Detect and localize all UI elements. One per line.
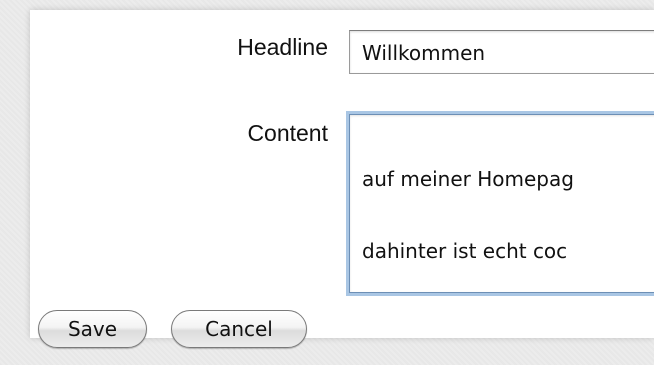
content-textarea[interactable]: auf meiner Homepag dahinter ist echt coc (349, 114, 654, 293)
content-text-line: dahinter ist echt coc (362, 239, 568, 263)
save-button[interactable]: Save (38, 310, 147, 348)
content-label: Content (247, 120, 328, 146)
headline-input[interactable]: Willkommen (349, 30, 654, 74)
content-text-line: auf meiner Homepag (362, 167, 574, 191)
cancel-button[interactable]: Cancel (171, 310, 307, 348)
headline-label: Headline (237, 34, 328, 60)
